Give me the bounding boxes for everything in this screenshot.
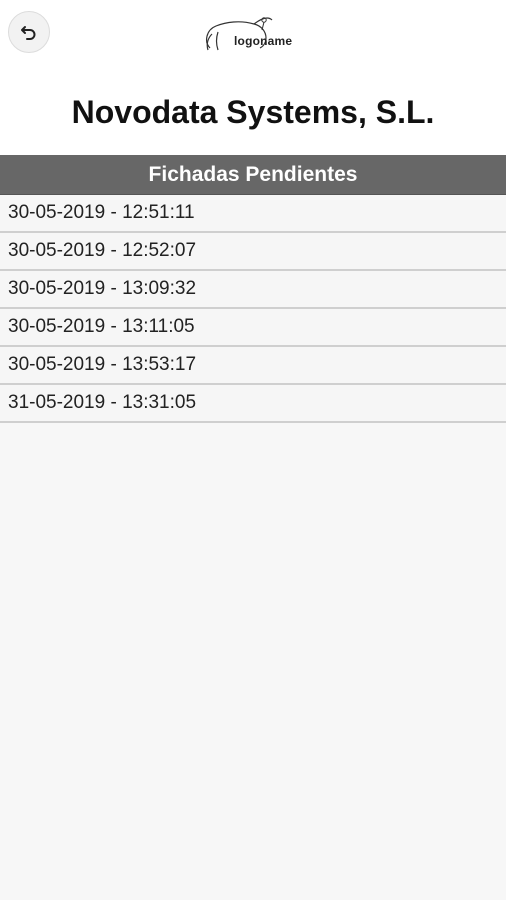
list-item[interactable]: 30-05-2019 - 13:53:17: [0, 347, 506, 385]
back-button[interactable]: [8, 11, 50, 53]
list-item[interactable]: 30-05-2019 - 13:11:05: [0, 309, 506, 347]
pending-list: 30-05-2019 - 12:51:11 30-05-2019 - 12:52…: [0, 195, 506, 423]
list-item[interactable]: 30-05-2019 - 12:52:07: [0, 233, 506, 271]
list-item[interactable]: 31-05-2019 - 13:31:05: [0, 385, 506, 423]
logo-text: logoname: [234, 34, 293, 48]
list-header: Fichadas Pendientes: [0, 155, 506, 195]
list-item[interactable]: 30-05-2019 - 12:51:11: [0, 195, 506, 233]
undo-arrow-icon: [21, 26, 36, 40]
logo: logoname: [200, 12, 310, 56]
page-title: Novodata Systems, S.L.: [71, 94, 435, 130]
list-item[interactable]: 30-05-2019 - 13:09:32: [0, 271, 506, 309]
app-header: logoname Novodata Systems, S.L.: [0, 0, 506, 155]
